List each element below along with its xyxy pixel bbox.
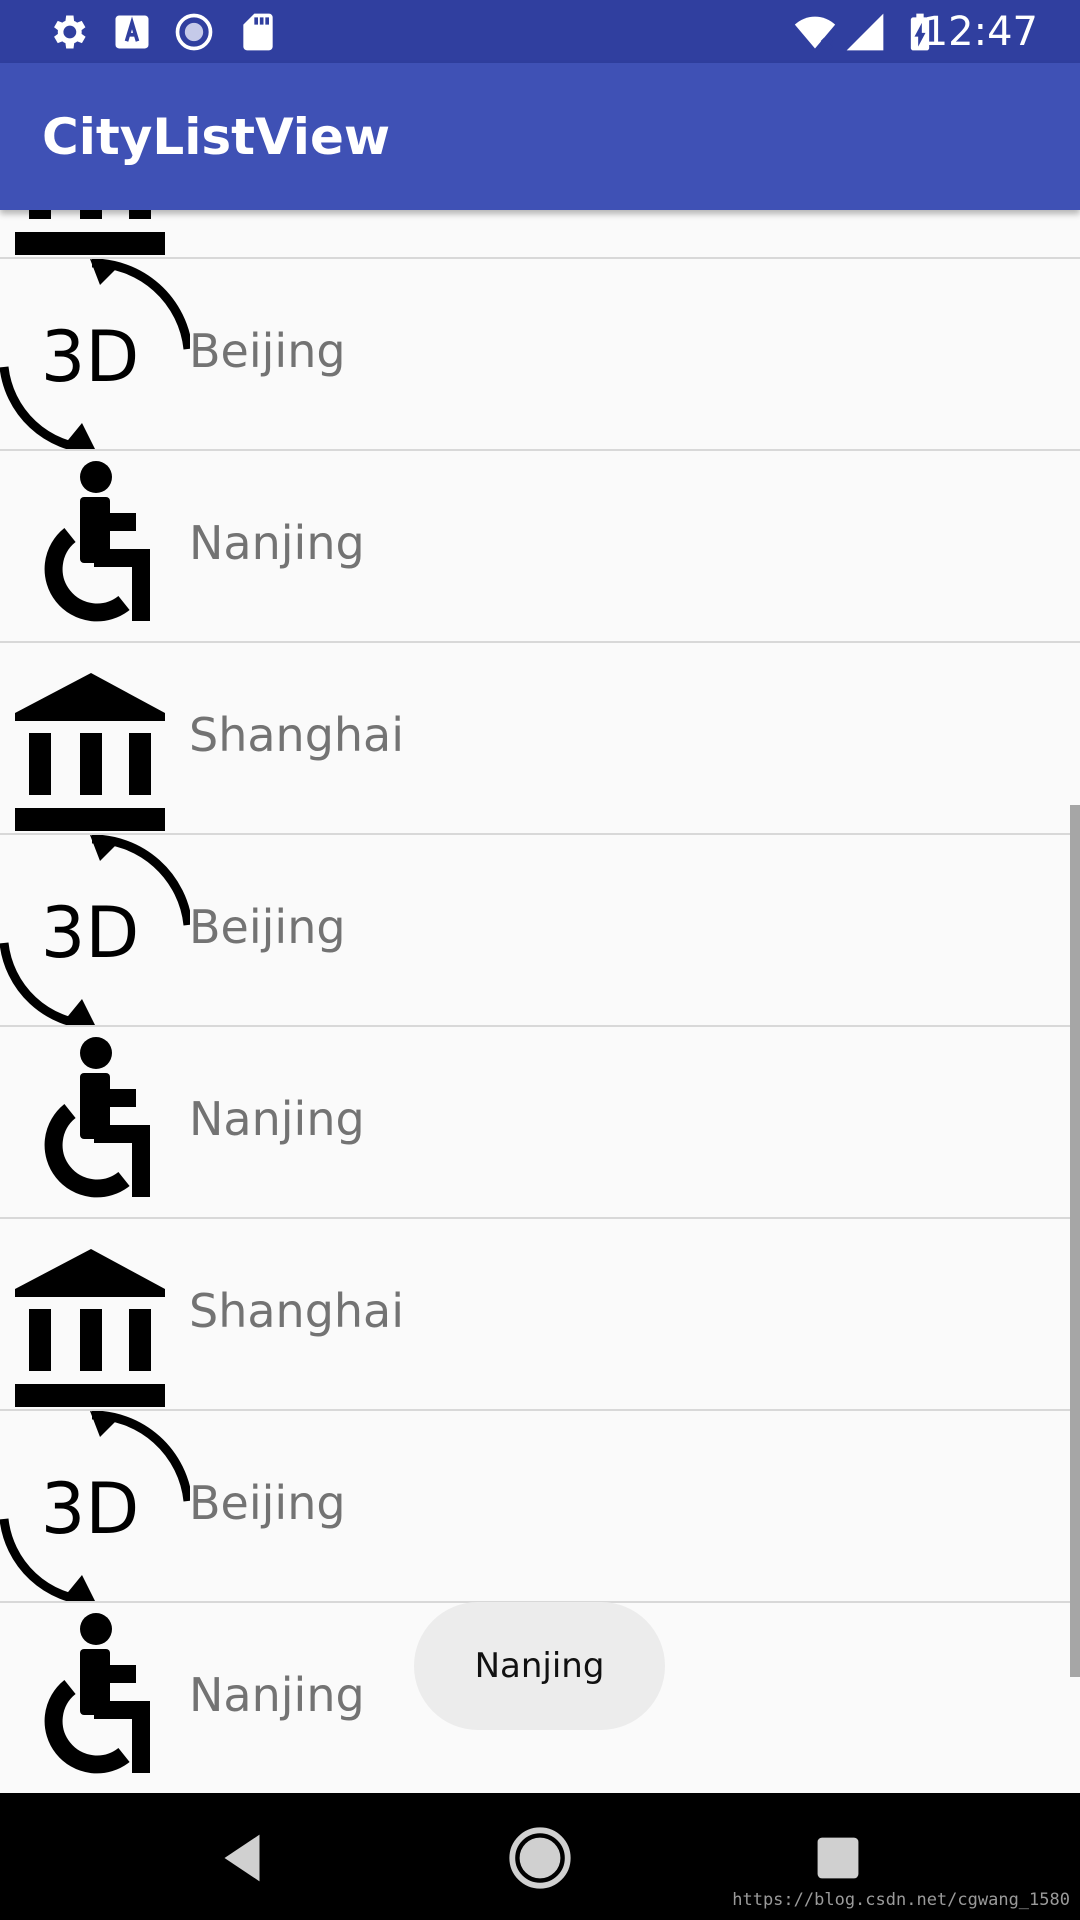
svg-text:3D: 3D — [41, 1468, 139, 1550]
list-item-label: Nanjing — [189, 1092, 365, 1146]
screen: 12:47 CityListView 3D Beijing Nanjing Shang… — [0, 0, 1080, 1920]
sd-card-icon — [243, 13, 273, 51]
list-item-label: Beijing — [189, 1476, 346, 1530]
3d-rotation-icon: 3D — [0, 835, 190, 1025]
text-a-icon — [115, 15, 149, 49]
app-title: CityListView — [42, 108, 391, 166]
wifi-off-icon — [794, 16, 836, 51]
home-icon[interactable] — [505, 1823, 575, 1893]
watermark: https://blog.csdn.net/cgwang_1580 — [732, 1890, 1070, 1910]
list-item[interactable]: Shanghai — [0, 1219, 1080, 1411]
list-item[interactable]: 3D Beijing — [0, 259, 1080, 451]
city-list[interactable]: 3D Beijing Nanjing Shanghai 3D Beijing Nanjing… — [0, 210, 1080, 1793]
3d-rotation-icon: 3D — [0, 259, 190, 449]
status-bar: 12:47 — [0, 0, 1080, 63]
museum-icon — [0, 210, 190, 257]
list-item[interactable] — [0, 210, 1080, 259]
list-item-label: Nanjing — [189, 1668, 365, 1722]
settings-icon — [54, 15, 86, 49]
list-item[interactable]: Shanghai — [0, 643, 1080, 835]
scrollbar[interactable] — [1070, 805, 1080, 1677]
list-item-label: Nanjing — [189, 516, 365, 570]
toast: Nanjing — [414, 1602, 665, 1730]
svg-text:3D: 3D — [41, 316, 139, 398]
back-icon[interactable] — [207, 1823, 277, 1893]
list-item-label: Beijing — [189, 324, 346, 378]
museum-icon — [0, 1219, 190, 1409]
3d-rotation-icon: 3D — [0, 1411, 190, 1601]
list-item-label: Shanghai — [189, 1284, 405, 1338]
clock: 12:47 — [922, 9, 1038, 55]
signal-icon — [846, 13, 884, 51]
accessible-icon — [0, 1027, 190, 1217]
list-item-label: Beijing — [189, 900, 346, 954]
list-item-label: Shanghai — [189, 708, 405, 762]
app-bar: CityListView — [0, 63, 1080, 210]
list-item[interactable]: 3D Beijing — [0, 835, 1080, 1027]
list-item[interactable]: Nanjing — [0, 1027, 1080, 1219]
svg-text:3D: 3D — [41, 892, 139, 974]
list-item[interactable]: Nanjing — [0, 451, 1080, 643]
toast-text: Nanjing — [474, 1646, 605, 1686]
recents-icon[interactable] — [803, 1823, 873, 1893]
accessible-icon — [0, 1603, 190, 1793]
sync-icon — [175, 13, 213, 51]
accessible-icon — [0, 451, 190, 641]
museum-icon — [0, 643, 190, 833]
city-list-content: 3D Beijing Nanjing Shanghai 3D Beijing Nanjing… — [0, 210, 1080, 1793]
list-item[interactable]: 3D Beijing — [0, 1411, 1080, 1603]
